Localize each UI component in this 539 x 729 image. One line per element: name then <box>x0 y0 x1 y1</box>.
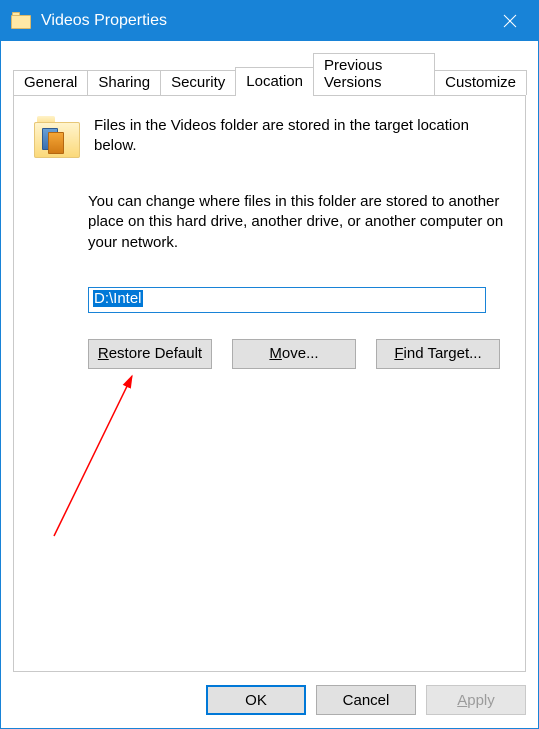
folder-icon <box>11 11 31 31</box>
properties-dialog: Videos Properties General Sharing Securi… <box>0 0 539 729</box>
tab-security[interactable]: Security <box>160 70 236 95</box>
videos-folder-icon <box>34 116 80 158</box>
window-title: Videos Properties <box>41 12 482 30</box>
dialog-button-bar: OK Cancel Apply <box>1 672 538 728</box>
tab-strip: General Sharing Security Location Previo… <box>13 53 526 95</box>
tab-general[interactable]: General <box>13 70 88 95</box>
close-icon <box>503 14 517 28</box>
titlebar[interactable]: Videos Properties <box>1 1 538 41</box>
cancel-button[interactable]: Cancel <box>316 685 416 715</box>
restore-default-button[interactable]: Restore Default <box>88 339 212 369</box>
ok-button[interactable]: OK <box>206 685 306 715</box>
action-button-row: Restore Default Move... Find Target... <box>88 339 505 369</box>
client-area: General Sharing Security Location Previo… <box>1 41 538 672</box>
apply-button[interactable]: Apply <box>426 685 526 715</box>
close-button[interactable] <box>482 1 538 41</box>
tab-customize[interactable]: Customize <box>434 70 527 95</box>
tab-sharing[interactable]: Sharing <box>87 70 161 95</box>
move-button[interactable]: Move... <box>232 339 356 369</box>
description-text: You can change where files in this folde… <box>88 192 505 253</box>
tab-panel-location: Files in the Videos folder are stored in… <box>13 95 526 672</box>
find-target-button[interactable]: Find Target... <box>376 339 500 369</box>
intro-text: Files in the Videos folder are stored in… <box>94 116 505 157</box>
annotation-arrow <box>44 356 154 546</box>
tab-location[interactable]: Location <box>235 67 314 96</box>
tab-previous-versions[interactable]: Previous Versions <box>313 53 435 95</box>
path-input[interactable]: D:\Intel <box>88 287 486 313</box>
